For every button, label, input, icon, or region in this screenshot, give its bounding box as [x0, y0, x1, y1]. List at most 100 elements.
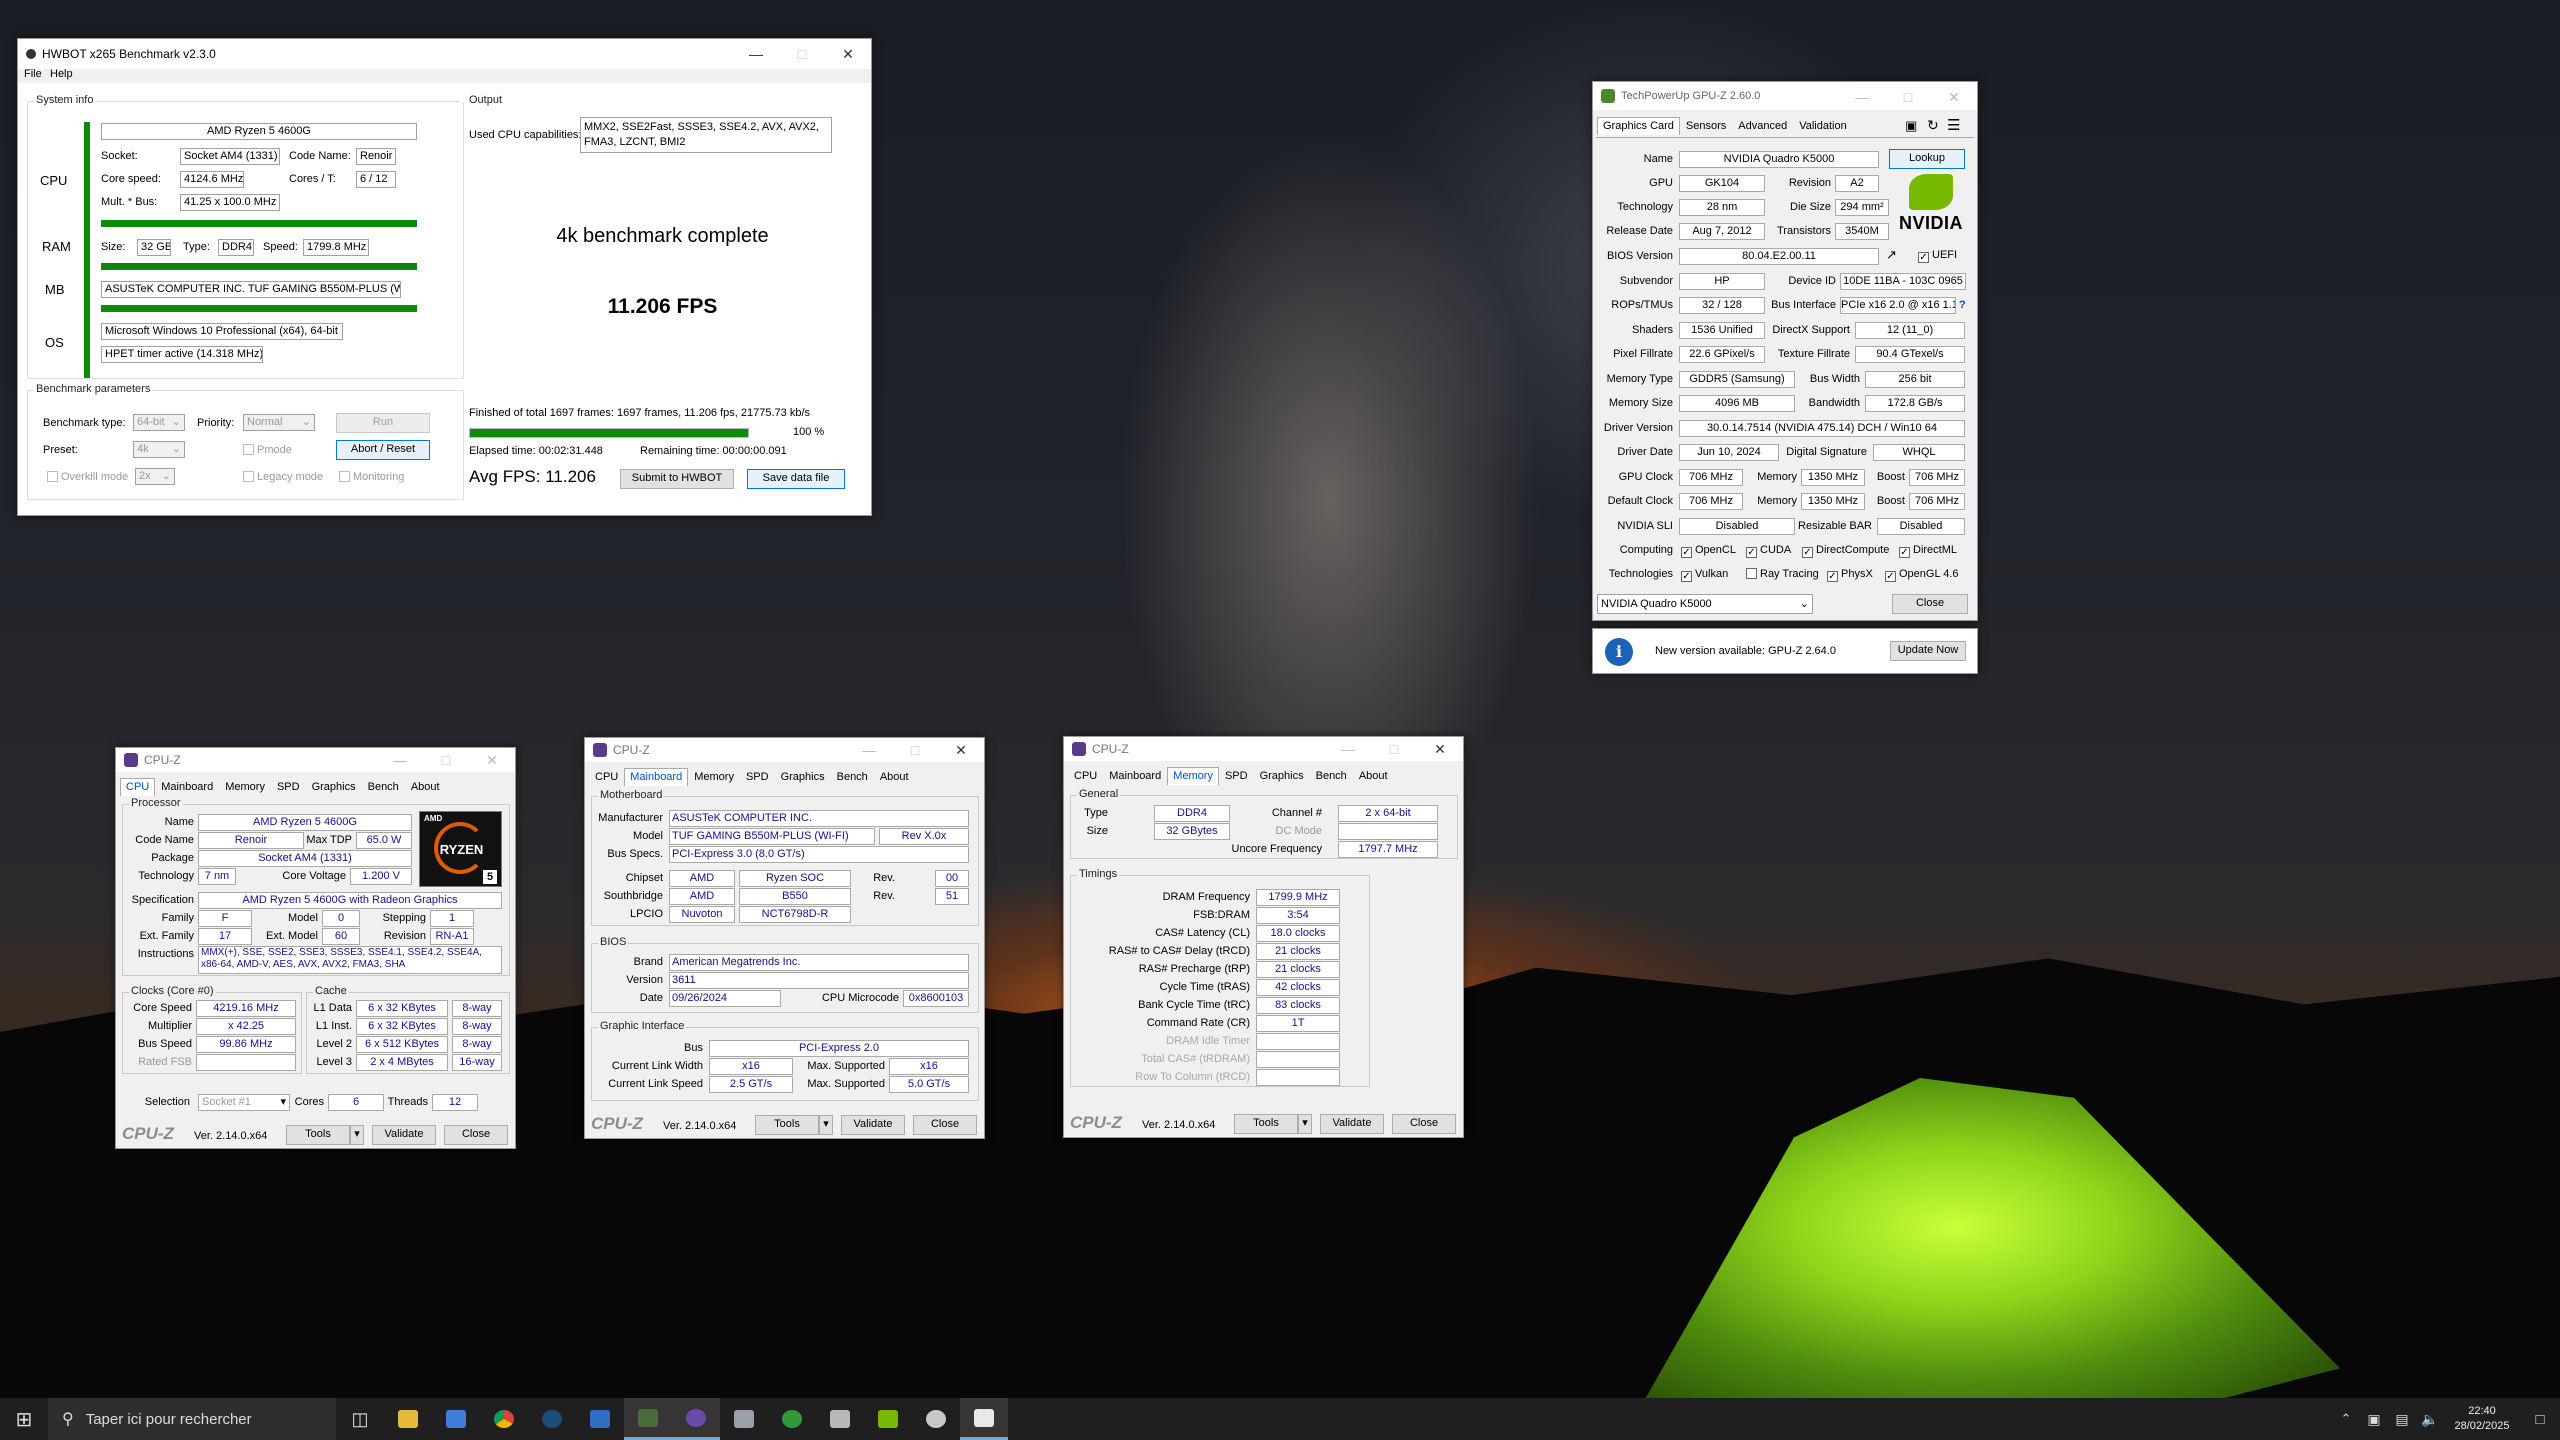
start-windows-icon[interactable]: ⊞	[0, 1398, 48, 1440]
overkill-checkbox[interactable]: Overkill mode	[47, 471, 128, 483]
maximize-icon[interactable]: □	[1885, 82, 1931, 112]
submit-hwbot-button[interactable]: Submit to HWBOT	[620, 469, 734, 489]
clock[interactable]: 22:40 28/02/2025	[2444, 1404, 2520, 1434]
nvidia-app-icon[interactable]	[864, 1398, 912, 1440]
tab-mainboard[interactable]: Mainboard	[155, 778, 219, 796]
tab-memory[interactable]: Memory	[219, 778, 271, 796]
lookup-button[interactable]: Lookup	[1889, 149, 1965, 169]
taskbar-search[interactable]: ⚲ Taper ici pour rechercher	[48, 1398, 336, 1440]
tools-button[interactable]: Tools	[755, 1115, 819, 1135]
racing-app-icon[interactable]	[912, 1398, 960, 1440]
app-grid-icon[interactable]	[576, 1398, 624, 1440]
camera-icon[interactable]: ▣	[1905, 118, 1917, 134]
tab-mainboard[interactable]: Mainboard	[1103, 767, 1167, 785]
volume-icon[interactable]: 🔈	[2416, 1398, 2444, 1440]
cpuz3-titlebar[interactable]: CPU-Z — □ ✕	[1064, 737, 1463, 761]
tools-dropdown-icon[interactable]: ▾	[1298, 1114, 1312, 1134]
task-view-icon[interactable]: ◫	[336, 1398, 384, 1440]
tab-about[interactable]: About	[874, 768, 915, 786]
close-icon[interactable]: ✕	[938, 738, 984, 762]
display-icon[interactable]: ▤	[2388, 1398, 2416, 1440]
tools-button[interactable]: Tools	[1234, 1114, 1298, 1134]
tools-button[interactable]: Tools	[286, 1125, 350, 1145]
share-icon[interactable]: ↗	[1886, 247, 1897, 263]
close-icon[interactable]: ✕	[1931, 82, 1977, 112]
save-data-button[interactable]: Save data file	[747, 469, 845, 489]
pmode-checkbox[interactable]: Pmode	[243, 444, 292, 456]
cpuz-taskbar-icon[interactable]	[672, 1398, 720, 1440]
minimize-icon[interactable]: —	[1325, 737, 1371, 761]
notification-icon[interactable]: □	[2520, 1398, 2560, 1440]
update-now-button[interactable]: Update Now	[1890, 641, 1966, 661]
gpu-select[interactable]: NVIDIA Quadro K5000 ⌄	[1597, 594, 1813, 614]
tab-cpu[interactable]: CPU	[1068, 767, 1103, 785]
store-icon[interactable]	[432, 1398, 480, 1440]
tab-memory[interactable]: Memory	[1167, 767, 1219, 785]
tab-spd[interactable]: SPD	[1219, 767, 1254, 785]
abort-reset-button[interactable]: Abort / Reset	[336, 440, 430, 460]
steam-icon[interactable]	[528, 1398, 576, 1440]
cpuz-close-button[interactable]: Close	[444, 1125, 508, 1145]
tab-memory[interactable]: Memory	[688, 768, 740, 786]
gpuz-titlebar[interactable]: TechPowerUp GPU-Z 2.60.0 — □ ✕	[1593, 82, 1977, 110]
hwbot-titlebar[interactable]: HWBOT x265 Benchmark v2.3.0 — □ ✕	[18, 39, 871, 69]
menu-help[interactable]: Help	[50, 68, 73, 80]
tools-dropdown-icon[interactable]: ▾	[350, 1125, 364, 1145]
chrome-icon[interactable]	[480, 1398, 528, 1440]
validate-button[interactable]: Validate	[1320, 1114, 1384, 1134]
menu-icon[interactable]: ☰	[1947, 116, 1960, 134]
legacy-checkbox[interactable]: Legacy mode	[243, 471, 323, 483]
maximize-icon[interactable]: □	[1371, 737, 1417, 761]
tab-graphics[interactable]: Graphics	[306, 778, 362, 796]
tab-validation[interactable]: Validation	[1793, 117, 1853, 135]
gpuz-taskbar-icon[interactable]	[960, 1398, 1008, 1440]
xbox-icon[interactable]	[768, 1398, 816, 1440]
tab-bench[interactable]: Bench	[1310, 767, 1353, 785]
tab-bench[interactable]: Bench	[831, 768, 874, 786]
run-button[interactable]: Run	[336, 413, 430, 433]
tab-graphics-card[interactable]: Graphics Card	[1597, 117, 1680, 135]
tab-bench[interactable]: Bench	[362, 778, 405, 796]
cpuz-close-button[interactable]: Close	[1392, 1114, 1456, 1134]
tab-cpu[interactable]: CPU	[120, 778, 156, 796]
refresh-icon[interactable]: ↻	[1927, 117, 1939, 134]
help-icon[interactable]: ?	[1959, 299, 1966, 311]
tab-spd[interactable]: SPD	[271, 778, 306, 796]
close-icon[interactable]: ✕	[825, 39, 871, 69]
tab-mainboard[interactable]: Mainboard	[624, 768, 689, 786]
maximize-icon[interactable]: □	[779, 39, 825, 69]
validate-button[interactable]: Validate	[372, 1125, 436, 1145]
cpuz-close-button[interactable]: Close	[913, 1115, 977, 1135]
hwbot-taskbar-icon[interactable]	[624, 1398, 672, 1440]
bench-type-select[interactable]: 64-bit ⌄	[133, 414, 185, 431]
maximize-icon[interactable]: □	[892, 738, 938, 762]
tab-spd[interactable]: SPD	[740, 768, 775, 786]
network-icon[interactable]: ▣	[2360, 1398, 2388, 1440]
overkill-select[interactable]: 2x ⌄	[135, 468, 175, 485]
menu-file[interactable]: File	[24, 68, 42, 80]
maximize-icon[interactable]: □	[423, 748, 469, 772]
tab-about[interactable]: About	[1353, 767, 1394, 785]
close-icon[interactable]: ✕	[1417, 737, 1463, 761]
priority-select[interactable]: Normal ⌄	[243, 414, 315, 431]
tools-dropdown-icon[interactable]: ▾	[819, 1115, 833, 1135]
preset-select[interactable]: 4k ⌄	[133, 441, 185, 458]
monitoring-checkbox[interactable]: Monitoring	[339, 471, 404, 483]
validate-button[interactable]: Validate	[841, 1115, 905, 1135]
tab-advanced[interactable]: Advanced	[1732, 117, 1793, 135]
tab-graphics[interactable]: Graphics	[775, 768, 831, 786]
hwinfo-icon[interactable]	[720, 1398, 768, 1440]
minimize-icon[interactable]: —	[377, 748, 423, 772]
disk-app-icon[interactable]	[816, 1398, 864, 1440]
tab-about[interactable]: About	[405, 778, 446, 796]
cpuz2-titlebar[interactable]: CPU-Z — □ ✕	[585, 738, 984, 762]
gpuz-close-button[interactable]: Close	[1892, 594, 1968, 614]
close-icon[interactable]: ✕	[469, 748, 515, 772]
tab-cpu[interactable]: CPU	[589, 768, 624, 786]
file-explorer-icon[interactable]	[384, 1398, 432, 1440]
tab-sensors[interactable]: Sensors	[1680, 117, 1732, 135]
minimize-icon[interactable]: —	[846, 738, 892, 762]
cpuz1-titlebar[interactable]: CPU-Z — □ ✕	[116, 748, 515, 772]
chevron-up-icon[interactable]: ⌃	[2332, 1398, 2360, 1440]
minimize-icon[interactable]: —	[733, 39, 779, 69]
